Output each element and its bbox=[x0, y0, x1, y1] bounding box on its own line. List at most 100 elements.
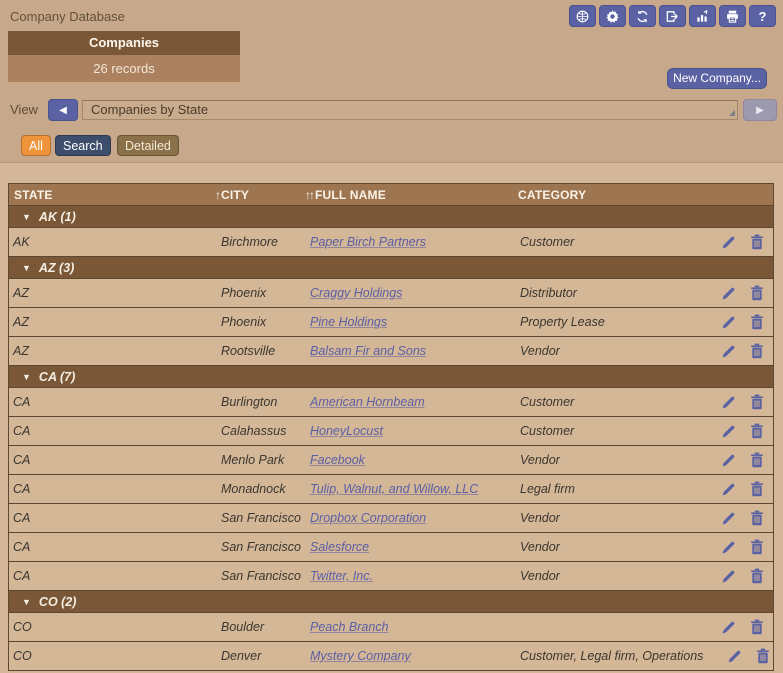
filter-button-search[interactable]: Search bbox=[55, 135, 111, 156]
company-link[interactable]: American Hornbeam bbox=[310, 395, 520, 409]
gear-icon bbox=[605, 9, 620, 24]
company-link[interactable]: Mystery Company bbox=[310, 649, 520, 663]
company-link[interactable]: HoneyLocust bbox=[310, 424, 520, 438]
column-header-full-name[interactable]: ↑↑FULL NAME bbox=[305, 184, 386, 206]
edit-pencil-icon[interactable] bbox=[721, 482, 736, 497]
edit-pencil-icon[interactable] bbox=[721, 620, 736, 635]
delete-trash-icon[interactable] bbox=[750, 314, 764, 330]
new-company-button[interactable]: New Company... bbox=[667, 68, 767, 89]
delete-trash-icon[interactable] bbox=[750, 234, 764, 250]
company-link[interactable]: Dropbox Corporation bbox=[310, 511, 520, 525]
print-button[interactable] bbox=[719, 5, 746, 27]
cell-category: Vendor bbox=[520, 511, 697, 525]
row-actions bbox=[697, 510, 773, 526]
group-header-az[interactable]: ▼AZ (3) bbox=[9, 257, 773, 279]
row-actions bbox=[697, 481, 773, 497]
delete-trash-icon[interactable] bbox=[750, 510, 764, 526]
collapse-arrow-icon: ▼ bbox=[22, 597, 31, 607]
cell-state: CA bbox=[13, 511, 221, 525]
company-link[interactable]: Peach Branch bbox=[310, 620, 520, 634]
filter-button-detailed[interactable]: Detailed bbox=[117, 135, 179, 156]
cell-city: Burlington bbox=[221, 395, 310, 409]
refresh-button[interactable] bbox=[629, 5, 656, 27]
dropdown-corner-icon: ◢ bbox=[729, 109, 735, 117]
company-link[interactable]: Paper Birch Partners bbox=[310, 235, 520, 249]
row-actions bbox=[697, 539, 773, 555]
cell-city: Menlo Park bbox=[221, 453, 310, 467]
table-row: COBoulderPeach Branch bbox=[9, 613, 773, 642]
cell-category: Customer, Legal firm, Operations bbox=[520, 649, 703, 663]
edit-pencil-icon[interactable] bbox=[727, 649, 742, 664]
cell-city: Denver bbox=[221, 649, 310, 663]
row-actions bbox=[697, 452, 773, 468]
cell-state: CA bbox=[13, 424, 221, 438]
group-label: AK (1) bbox=[39, 210, 76, 224]
sort-arrow-icon: ↑ bbox=[215, 188, 219, 202]
edit-pencil-icon[interactable] bbox=[721, 511, 736, 526]
company-link[interactable]: Pine Holdings bbox=[310, 315, 520, 329]
column-header-category[interactable]: CATEGORY bbox=[518, 184, 586, 206]
delete-trash-icon[interactable] bbox=[750, 394, 764, 410]
cell-city: Birchmore bbox=[221, 235, 310, 249]
cell-category: Customer bbox=[520, 235, 697, 249]
delete-trash-icon[interactable] bbox=[750, 568, 764, 584]
edit-pencil-icon[interactable] bbox=[721, 540, 736, 555]
settings-button[interactable] bbox=[599, 5, 626, 27]
delete-trash-icon[interactable] bbox=[750, 481, 764, 497]
cell-category: Property Lease bbox=[520, 315, 697, 329]
delete-trash-icon[interactable] bbox=[750, 452, 764, 468]
edit-pencil-icon[interactable] bbox=[721, 569, 736, 584]
cell-category: Vendor bbox=[520, 344, 697, 358]
column-header-city[interactable]: ↑CITY bbox=[215, 184, 249, 206]
company-link[interactable]: Facebook bbox=[310, 453, 520, 467]
globe-button[interactable] bbox=[569, 5, 596, 27]
edit-pencil-icon[interactable] bbox=[721, 453, 736, 468]
tab-companies[interactable]: Companies bbox=[8, 31, 240, 55]
group-label: CA (7) bbox=[39, 370, 75, 384]
previous-view-button[interactable]: ◀ bbox=[48, 99, 78, 121]
row-actions bbox=[697, 314, 773, 330]
row-actions bbox=[697, 394, 773, 410]
company-link[interactable]: Twitter, Inc. bbox=[310, 569, 520, 583]
company-link[interactable]: Craggy Holdings bbox=[310, 286, 520, 300]
edit-pencil-icon[interactable] bbox=[721, 286, 736, 301]
help-button[interactable]: ? bbox=[749, 5, 776, 27]
edit-pencil-icon[interactable] bbox=[721, 395, 736, 410]
row-actions bbox=[697, 234, 773, 250]
delete-trash-icon[interactable] bbox=[750, 539, 764, 555]
filter-button-all[interactable]: All bbox=[21, 135, 51, 156]
export-button[interactable] bbox=[659, 5, 686, 27]
next-view-button[interactable]: ▶ bbox=[743, 99, 777, 121]
cell-city: Phoenix bbox=[221, 286, 310, 300]
delete-trash-icon[interactable] bbox=[750, 423, 764, 439]
arrow-left-icon: ◀ bbox=[59, 105, 67, 116]
delete-trash-icon[interactable] bbox=[750, 619, 764, 635]
group-header-co[interactable]: ▼CO (2) bbox=[9, 591, 773, 613]
row-actions bbox=[697, 423, 773, 439]
group-header-ca[interactable]: ▼CA (7) bbox=[9, 366, 773, 388]
delete-trash-icon[interactable] bbox=[756, 648, 770, 664]
table-row: CACalahassusHoneyLocustCustomer bbox=[9, 417, 773, 446]
row-actions bbox=[697, 343, 773, 359]
view-select[interactable]: Companies by State ◢ bbox=[82, 100, 738, 120]
table-row: AKBirchmorePaper Birch PartnersCustomer bbox=[9, 228, 773, 257]
group-header-ak[interactable]: ▼AK (1) bbox=[9, 206, 773, 228]
table-body: ▼AK (1)AKBirchmorePaper Birch PartnersCu… bbox=[9, 206, 773, 671]
edit-pencil-icon[interactable] bbox=[721, 424, 736, 439]
edit-pencil-icon[interactable] bbox=[721, 344, 736, 359]
company-link[interactable]: Salesforce bbox=[310, 540, 520, 554]
company-link[interactable]: Balsam Fir and Sons bbox=[310, 344, 520, 358]
edit-pencil-icon[interactable] bbox=[721, 235, 736, 250]
delete-trash-icon[interactable] bbox=[750, 343, 764, 359]
delete-trash-icon[interactable] bbox=[750, 285, 764, 301]
cell-state: CA bbox=[13, 569, 221, 583]
edit-pencil-icon[interactable] bbox=[721, 315, 736, 330]
help-icon: ? bbox=[759, 9, 767, 24]
column-header-state[interactable]: STATE bbox=[14, 184, 53, 206]
arrow-right-icon: ▶ bbox=[756, 105, 764, 116]
company-link[interactable]: Tulip, Walnut, and Willow, LLC bbox=[310, 482, 520, 496]
table-row: AZPhoenixCraggy HoldingsDistributor bbox=[9, 279, 773, 308]
sort-arrow-icon: ↑↑ bbox=[305, 188, 313, 202]
chart-button[interactable] bbox=[689, 5, 716, 27]
toolbar: ? bbox=[569, 5, 776, 27]
